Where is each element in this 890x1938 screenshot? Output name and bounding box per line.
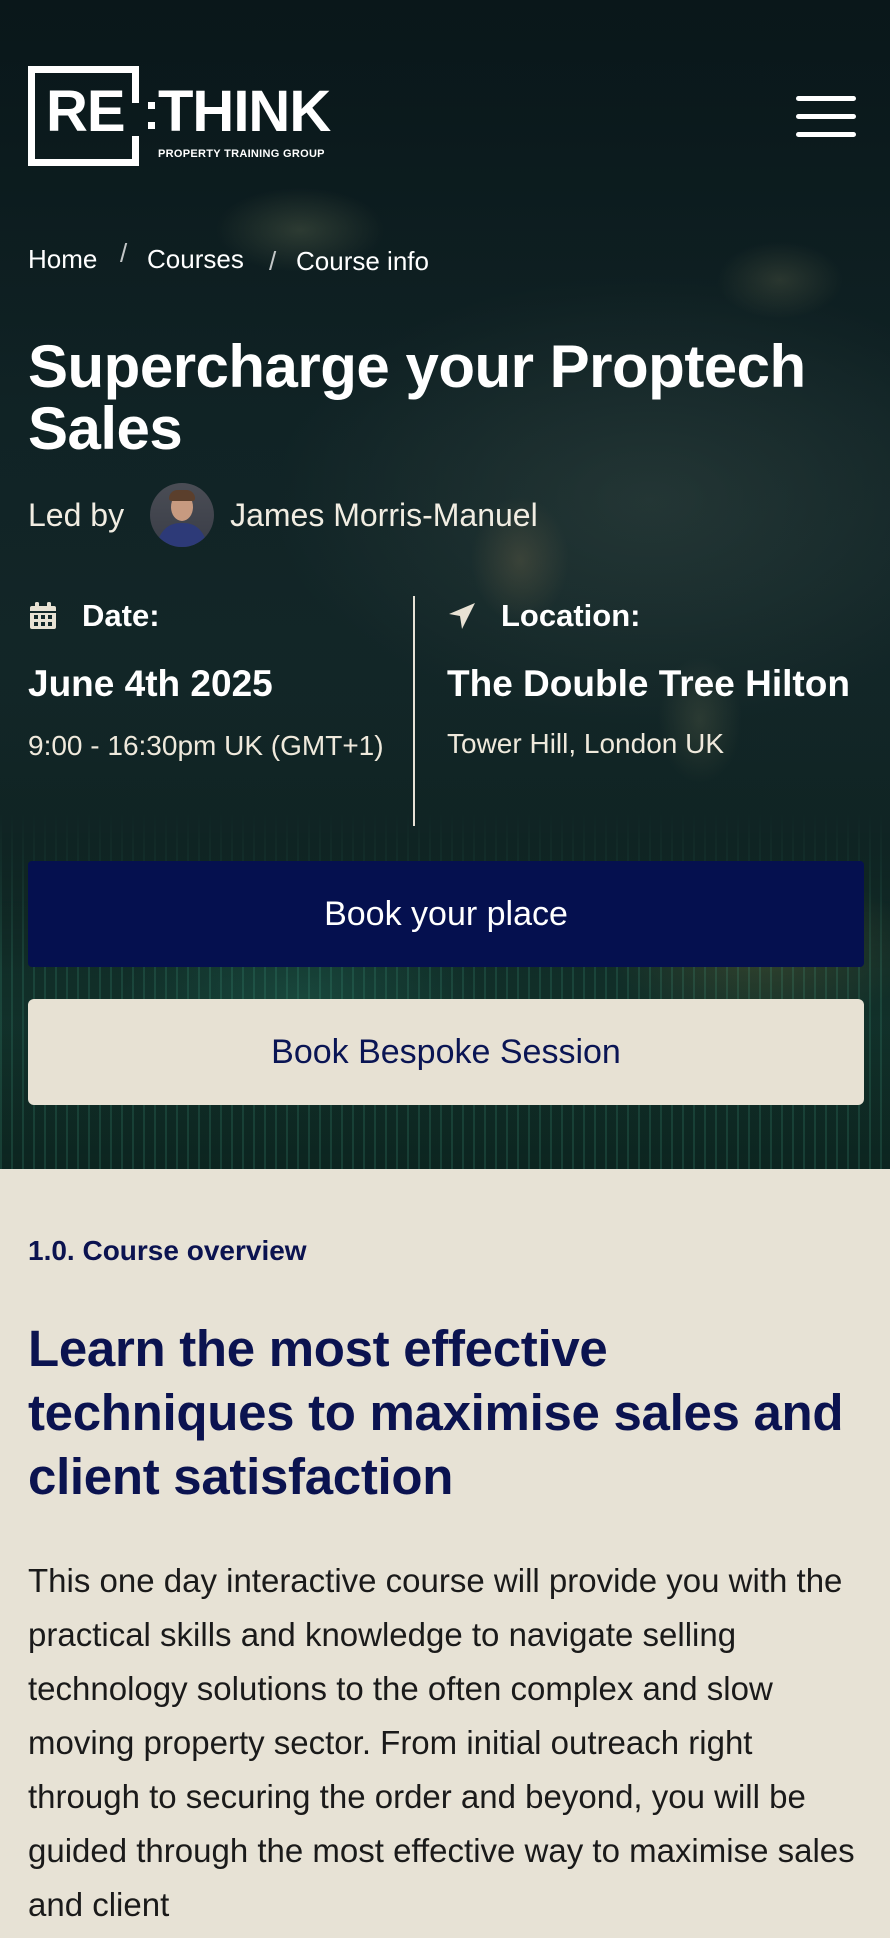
hamburger-menu-icon[interactable]: [796, 96, 856, 138]
date-info: Date: June 4th 2025 9:00 - 16:30pm UK (G…: [28, 596, 398, 765]
page-title: Supercharge your Proptech Sales: [28, 333, 806, 462]
date-value: June 4th 2025: [28, 663, 273, 704]
venue-address: Tower Hill, London UK: [447, 728, 725, 759]
section-body: This one day interactive course will pro…: [28, 1562, 855, 1923]
led-by-label: Led by: [28, 496, 125, 533]
instructor-row: Led by James Morris-Manuel: [28, 482, 538, 548]
course-overview-section: 1.0. Course overview Learn the most effe…: [0, 1169, 890, 1938]
brand-logo[interactable]: RE THINK PROPERTY TRAINING GROUP: [28, 66, 338, 168]
section-heading: Learn the most effective techniques to m…: [28, 1320, 844, 1505]
time-value: 9:00 - 16:30pm UK (GMT+1): [28, 730, 384, 761]
instructor-avatar: [150, 483, 215, 547]
book-place-button[interactable]: Book your place: [28, 861, 864, 967]
breadcrumb-home[interactable]: Home: [28, 244, 97, 275]
info-divider: [413, 596, 415, 826]
hero-section: RE THINK PROPERTY TRAINING GROUP Home / …: [0, 0, 890, 1169]
location-info: Location: The Double Tree Hilton Tower H…: [447, 596, 867, 763]
location-arrow-icon: [447, 601, 477, 631]
venue-name: The Double Tree Hilton: [447, 663, 850, 704]
breadcrumb-current: Course info: [296, 246, 429, 276]
logo-frame-notch: [132, 136, 139, 166]
breadcrumb-separator: /: [120, 238, 128, 268]
breadcrumb-courses[interactable]: Courses: [147, 244, 244, 275]
logo-text-re: RE: [46, 79, 126, 144]
logo-text-think: THINK: [158, 79, 331, 144]
calendar-icon: [28, 601, 58, 631]
date-label: Date:: [82, 598, 160, 633]
section-label: 1.0. Course overview: [28, 1235, 307, 1266]
location-label: Location:: [501, 598, 641, 633]
logo-colon: [148, 92, 155, 138]
breadcrumb-separator: /: [269, 246, 277, 276]
book-bespoke-button[interactable]: Book Bespoke Session: [28, 999, 864, 1105]
logo-tagline: PROPERTY TRAINING GROUP: [158, 148, 325, 160]
instructor-name: James Morris-Manuel: [230, 496, 538, 533]
